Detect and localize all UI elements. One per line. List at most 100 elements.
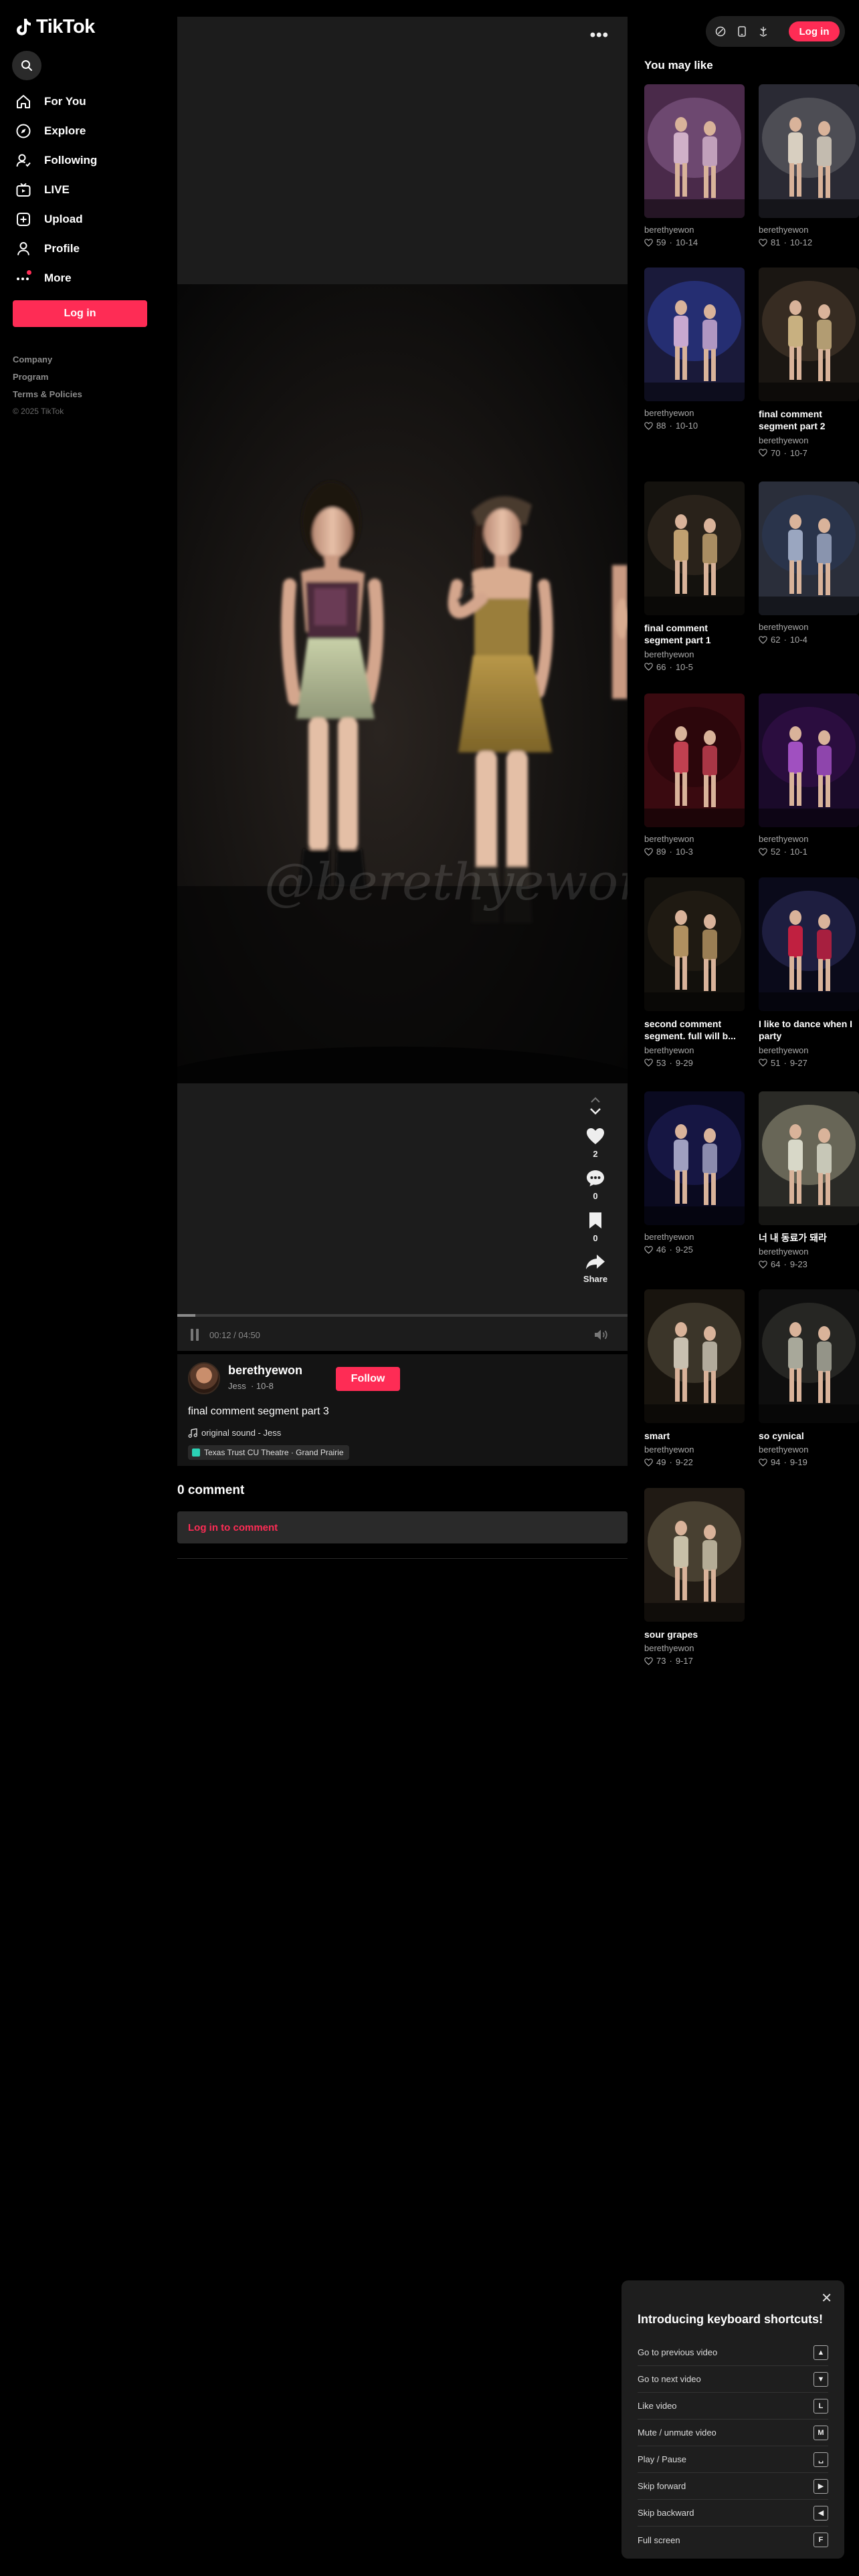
nav-profile[interactable]: Profile [12,234,153,263]
author-avatar[interactable] [188,1362,220,1394]
shortcut-row: Full screen F [638,2527,828,2553]
video-thumbnail[interactable] [644,481,745,615]
recommendation-date: 9-25 [675,1245,693,1255]
recommendation-card[interactable]: berethyewon 81 · 10-12 [759,84,859,247]
nav-more[interactable]: More [12,263,153,293]
recommendation-card[interactable]: berethyewon 46 · 9-25 [644,1091,745,1255]
recommendation-author[interactable]: berethyewon [759,1444,859,1455]
video-thumbnail[interactable] [644,267,745,401]
recommendation-author[interactable]: berethyewon [644,1643,745,1653]
video-thumbnail[interactable] [644,1289,745,1423]
comment-button[interactable]: 0 [586,1170,605,1201]
search-button[interactable] [12,51,41,80]
video-progress-bar[interactable] [177,1314,628,1317]
shortcut-key-icon: ◀ [814,2505,828,2520]
upload-icon [15,211,32,228]
heart-icon [587,1128,604,1144]
video-thumbnail[interactable] [759,84,859,218]
heart-outline-icon [759,238,767,247]
video-thumbnail[interactable] [644,84,745,218]
nav-upload[interactable]: Upload [12,205,153,234]
location-tag[interactable]: Texas Trust CU Theatre · Grand Prairie [188,1445,349,1460]
shortcut-row: Skip forward ▶ [638,2473,828,2500]
recommendation-author[interactable]: berethyewon [759,435,859,445]
video-thumbnail[interactable] [759,877,859,1011]
footer-link-terms[interactable]: Terms & Policies [13,389,82,399]
recommendation-author[interactable]: berethyewon [759,834,859,844]
coins-icon[interactable] [715,26,726,37]
footer-link-company[interactable]: Company [13,354,82,364]
more-options-icon[interactable]: ••• [590,27,609,43]
video-thumbnail[interactable] [644,1091,745,1225]
recommendation-card[interactable]: berethyewon 89 · 10-3 [644,693,745,857]
video-thumbnail[interactable] [644,693,745,827]
recommendation-stats: 49 · 9-22 [644,1457,745,1467]
recommendation-author[interactable]: berethyewon [644,834,745,844]
video-thumbnail[interactable] [759,1091,859,1225]
sound-link[interactable]: original sound - Jess ︎ [188,1428,284,1438]
recommendation-card[interactable]: second comment segment. full will b... be… [644,877,745,1068]
recommendation-author[interactable]: berethyewon [759,225,859,235]
video-thumbnail[interactable] [759,481,859,615]
save-button[interactable]: 0 [588,1212,603,1243]
recommendation-card[interactable]: berethyewon 52 · 10-1 [759,693,859,857]
recommendation-card[interactable]: final comment segment part 1 berethyewon 6… [644,481,745,672]
heart-outline-icon [759,847,767,856]
pc-app-icon[interactable] [758,26,769,37]
scroll-down-control[interactable] [589,1107,601,1115]
nav-live[interactable]: LIVE [12,175,153,205]
recommendation-author[interactable]: berethyewon [644,408,745,418]
share-button[interactable]: Share [583,1254,607,1284]
recommendation-card[interactable]: so cynical berethyewon 94 · 9-19 [759,1289,859,1467]
recommendation-likes: 59 [656,237,666,247]
recommendation-author[interactable]: berethyewon [644,649,745,659]
scroll-up-control[interactable] [590,1097,601,1103]
recommendation-stats: 62 · 10-4 [759,635,859,645]
recommendation-author[interactable]: berethyewon [759,1247,859,1257]
nav-label: Following [44,154,98,167]
login-to-comment-button[interactable]: Log in to comment [177,1511,628,1543]
recommendation-card[interactable]: final comment segment part 2 berethyewon 7… [759,267,859,458]
close-icon[interactable]: ✕ [821,2290,832,2306]
recommendation-card[interactable]: I like to dance when I party ︎ berethyewo… [759,877,859,1068]
author-username[interactable]: berethyewon [228,1364,302,1378]
recommendation-author[interactable]: berethyewon [644,225,745,235]
recommendation-author[interactable]: berethyewon [759,1045,859,1055]
video-frame-image: @berethyewon [177,284,628,1100]
video-thumbnail[interactable] [759,267,859,401]
recommendation-author[interactable]: berethyewon [644,1045,745,1055]
video-player[interactable]: @berethyewon [177,284,628,1100]
shortcuts-title: Introducing keyboard shortcuts! [638,2313,824,2326]
nav-explore[interactable]: Explore [12,116,153,146]
get-app-icon[interactable] [737,26,747,37]
recommendation-card[interactable]: berethyewon 62 · 10-4 [759,481,859,645]
video-thumbnail[interactable] [644,1488,745,1622]
footer-link-program[interactable]: Program [13,372,82,382]
recommendation-card[interactable]: sour grapes berethyewon 73 · 9-17 [644,1488,745,1666]
recommendation-card[interactable]: 너 내 동료가 돼라 berethyewon 64 · 9-23 [759,1091,859,1269]
brand-name: TikTok [36,16,95,37]
video-thumbnail[interactable] [759,693,859,827]
location-icon [192,1448,200,1457]
recommendation-card[interactable]: smart berethyewon 49 · 9-22 [644,1289,745,1467]
nav-following[interactable]: Following [12,146,153,175]
follow-button[interactable]: Follow [336,1367,400,1391]
sidebar-login-button[interactable]: Log in [13,300,147,327]
like-button[interactable]: 2 [586,1128,605,1159]
recommendation-title: final comment segment part 2 [759,409,826,432]
volume-icon[interactable] [594,1329,609,1344]
tiktok-logo[interactable]: TikTok [15,16,95,38]
you-may-like-heading: You may like [644,59,713,72]
recommendation-card[interactable]: berethyewon 88 · 10-10 [644,267,745,431]
recommendation-title: 너 내 동료가 돼라 [759,1232,827,1243]
nav-for-you[interactable]: For You [12,87,153,116]
video-thumbnail[interactable] [644,877,745,1011]
pause-icon[interactable] [191,1329,200,1341]
top-login-button[interactable]: Log in [789,21,840,41]
recommendation-author[interactable]: berethyewon [644,1444,745,1455]
recommendation-card[interactable]: berethyewon 59 · 10-14 [644,84,745,247]
video-thumbnail[interactable] [759,1289,859,1423]
recommendation-author[interactable]: berethyewon [644,1232,745,1242]
following-icon [15,152,32,169]
recommendation-author[interactable]: berethyewon [759,622,859,632]
